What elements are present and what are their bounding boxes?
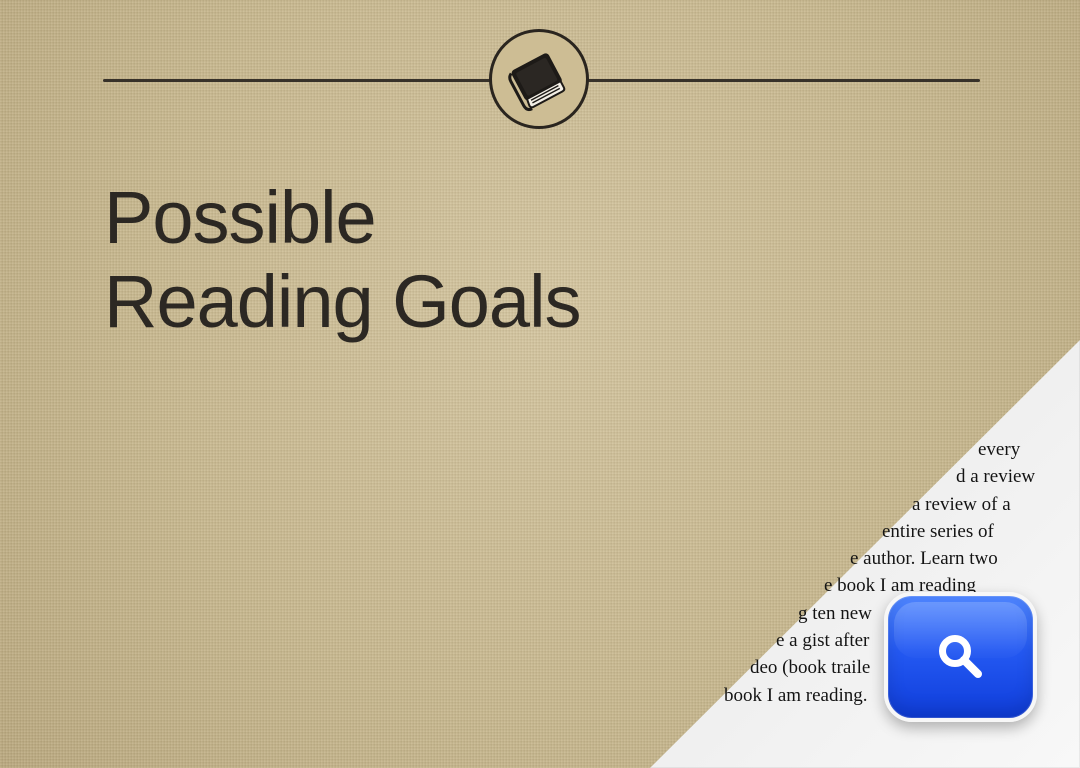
page-curl-line: entire series of [882, 520, 994, 542]
page-title: Possible Reading Goals [104, 176, 582, 344]
page-title-line: Possible [104, 176, 377, 259]
search-button[interactable] [884, 592, 1037, 722]
reading-goals-screen: Possible Reading Goals every d a review … [0, 0, 1080, 768]
page-curl-line: a review of a [912, 493, 1011, 515]
page-curl-line: d a review [956, 466, 1036, 488]
page-title-line: Reading Goals [104, 260, 582, 343]
page-curl-line: e author. Learn two [850, 548, 998, 570]
book-icon [508, 53, 566, 112]
search-icon [938, 635, 982, 678]
page-curl-line: every [978, 439, 1021, 460]
book-emblem [489, 29, 589, 129]
